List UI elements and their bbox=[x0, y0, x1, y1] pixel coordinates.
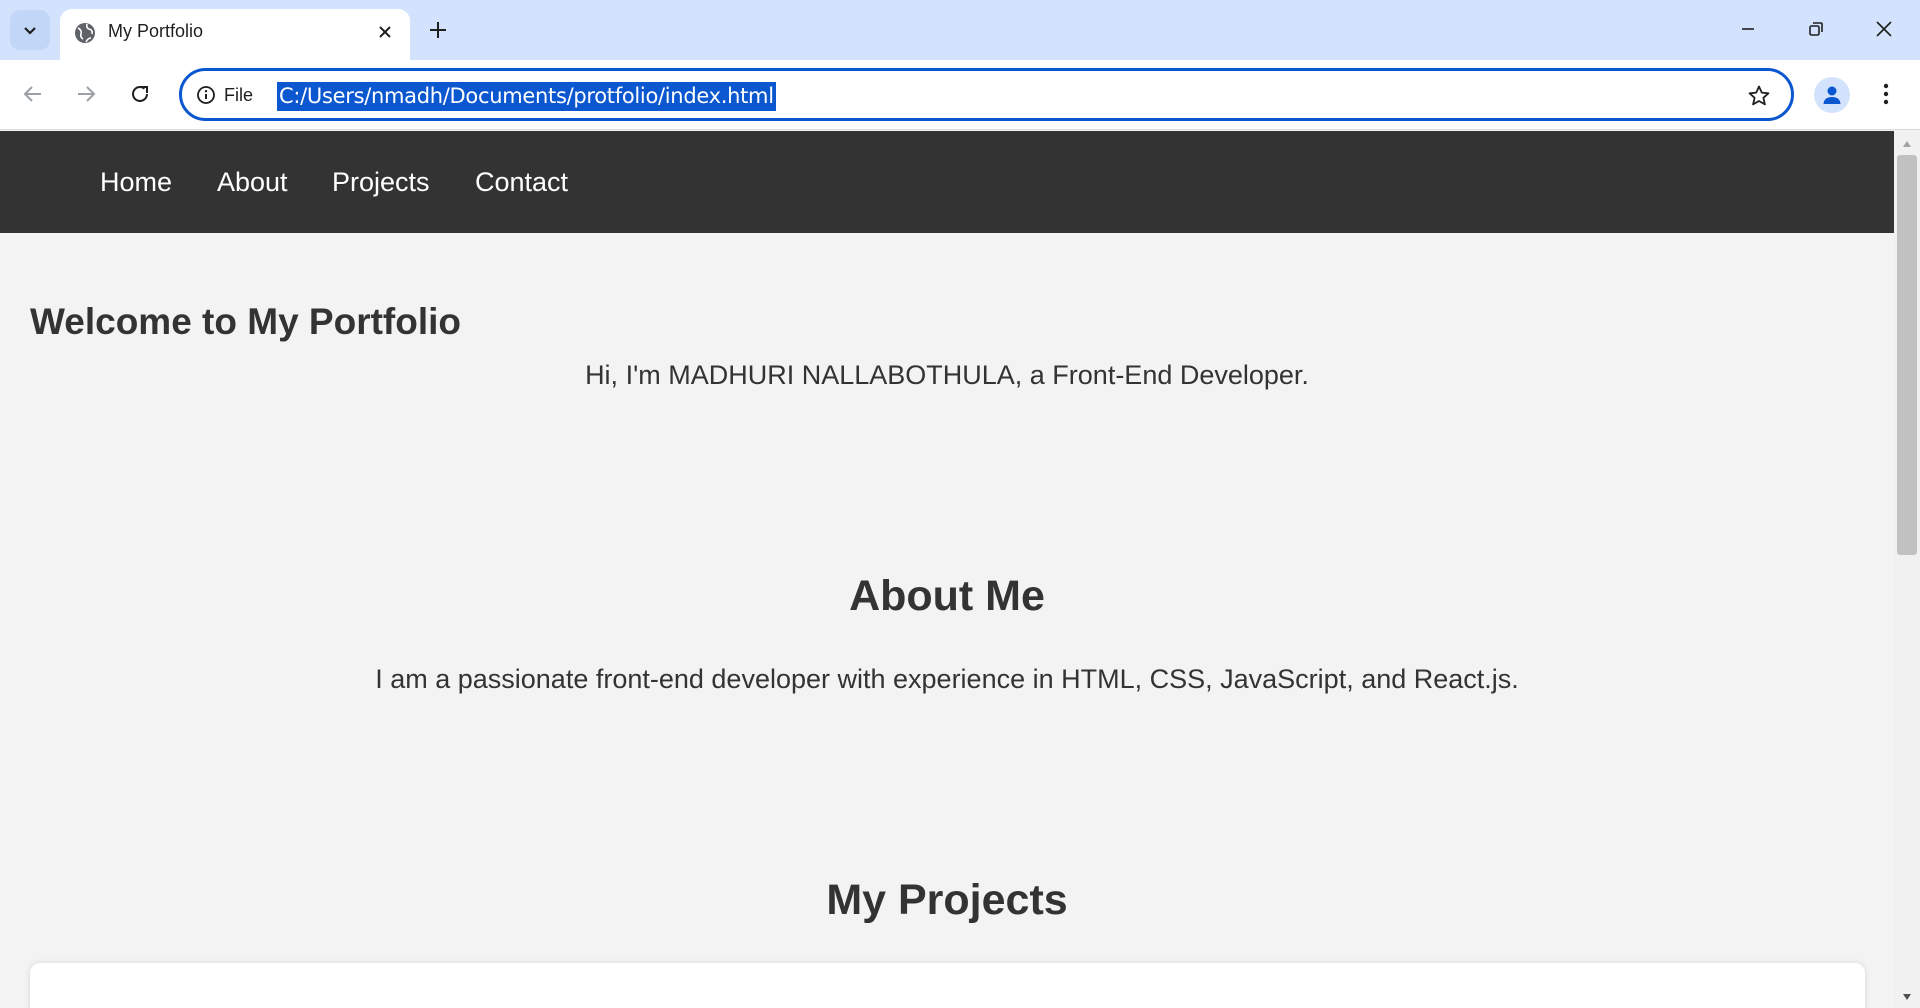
security-label: File bbox=[224, 84, 254, 105]
close-window-button[interactable] bbox=[1850, 0, 1918, 58]
page-scrollbar[interactable] bbox=[1894, 131, 1920, 1008]
triangle-down-icon bbox=[1903, 994, 1911, 1000]
back-button[interactable] bbox=[11, 72, 55, 116]
nav-link-about[interactable]: About bbox=[217, 131, 288, 233]
projects-title: My Projects bbox=[826, 876, 1068, 924]
address-bar[interactable]: File C:/Users/nmadh/Documents/protfolio/… bbox=[179, 68, 1794, 121]
hero-text: Hi, I'm MADHURI NALLABOTHULA, a Front-En… bbox=[585, 360, 1309, 390]
restore-icon bbox=[1809, 22, 1823, 36]
profile-button[interactable] bbox=[1814, 77, 1850, 113]
nav-link-contact[interactable]: Contact bbox=[475, 131, 568, 233]
close-icon bbox=[1876, 21, 1892, 37]
restore-button[interactable] bbox=[1782, 0, 1850, 58]
avatar-icon bbox=[1823, 86, 1841, 104]
reload-icon bbox=[132, 85, 148, 102]
more-vertical-icon bbox=[1883, 83, 1889, 105]
tab-title: My Portfolio bbox=[108, 21, 204, 41]
project-card bbox=[30, 963, 1865, 1008]
info-icon bbox=[197, 86, 215, 104]
minimize-button[interactable] bbox=[1714, 0, 1782, 58]
site-nav: Home About Projects Contact bbox=[0, 131, 1894, 233]
browser-toolbar: File C:/Users/nmadh/Documents/protfolio/… bbox=[0, 60, 1920, 130]
page-viewport: Home About Projects Contact Welcome to M… bbox=[0, 131, 1894, 1008]
nav-link-projects[interactable]: Projects bbox=[332, 131, 430, 233]
site-info-button[interactable]: File bbox=[196, 81, 253, 109]
chevron-down-icon bbox=[24, 27, 36, 35]
url-text[interactable]: C:/Users/nmadh/Documents/protfolio/index… bbox=[277, 82, 776, 111]
bookmark-button[interactable] bbox=[1745, 82, 1773, 110]
scroll-up-button[interactable] bbox=[1894, 135, 1920, 153]
globe-icon bbox=[75, 23, 95, 43]
scroll-down-button[interactable] bbox=[1894, 988, 1920, 1006]
about-text: I am a passionate front-end developer wi… bbox=[375, 664, 1519, 694]
arrow-right-icon bbox=[78, 86, 96, 102]
browser-menu-button[interactable] bbox=[1870, 74, 1902, 114]
scrollbar-thumb[interactable] bbox=[1897, 155, 1917, 555]
close-icon bbox=[379, 26, 391, 38]
new-tab-button[interactable] bbox=[420, 12, 456, 48]
forward-button[interactable] bbox=[64, 72, 108, 116]
tab-close-button[interactable] bbox=[372, 19, 398, 45]
plus-icon bbox=[430, 22, 446, 38]
star-icon bbox=[1748, 85, 1770, 106]
reload-button[interactable] bbox=[118, 72, 162, 116]
triangle-up-icon bbox=[1903, 141, 1911, 147]
tab-search-button[interactable] bbox=[10, 10, 50, 50]
minimize-icon bbox=[1742, 28, 1754, 30]
browser-tab[interactable]: My Portfolio bbox=[60, 9, 410, 60]
arrow-left-icon bbox=[23, 86, 41, 102]
hero-title: Welcome to My Portfolio bbox=[30, 301, 462, 342]
tab-strip: My Portfolio bbox=[0, 0, 1920, 60]
nav-link-home[interactable]: Home bbox=[100, 131, 172, 233]
about-title: About Me bbox=[849, 572, 1045, 620]
